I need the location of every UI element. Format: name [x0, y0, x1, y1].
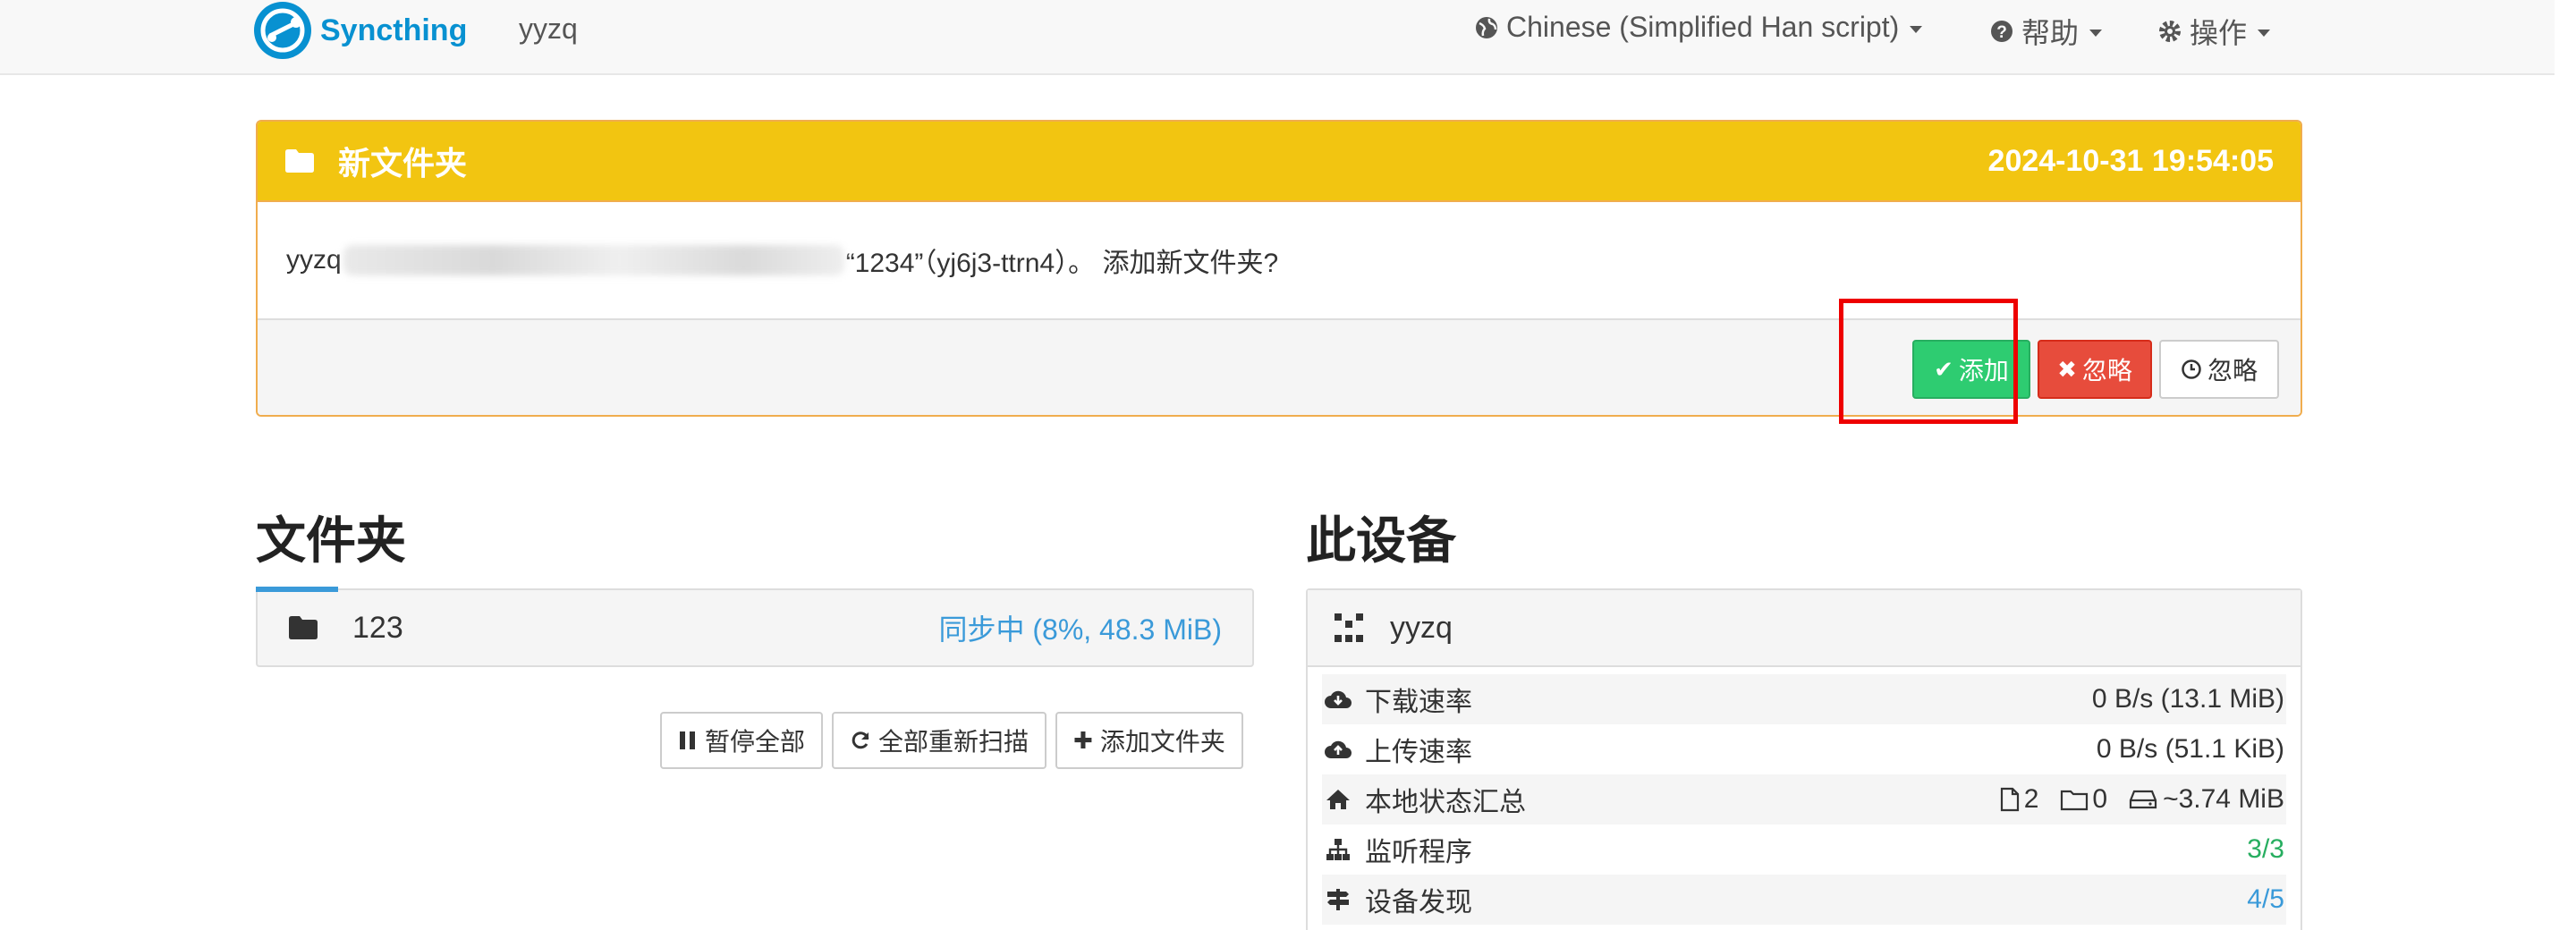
help-label: 帮助 — [2021, 17, 2080, 49]
notice-device-name: yyzq — [286, 245, 342, 275]
download-rate-row: 下载速率 0 B/s (13.1 MiB) — [1322, 674, 2286, 724]
rescan-all-label: 全部重新扫描 — [878, 728, 1030, 756]
local-state-row: 本地状态汇总 2 0 ~3.74 MiB — [1322, 774, 2286, 824]
download-rate-label: 下载速率 — [1365, 688, 1472, 717]
folders-title: 文件夹 — [256, 512, 406, 571]
rescan-all-button[interactable]: 全部重新扫描 — [832, 712, 1047, 769]
download-rate-value: 0 B/s (13.1 MiB) — [2091, 684, 2284, 714]
folder-actions: 暂停全部 全部重新扫描 ✚ 添加文件夹 — [651, 712, 1243, 769]
plus-icon: ✚ — [1073, 726, 1093, 754]
this-device-header[interactable]: yyzq — [1308, 590, 2301, 667]
local-size: ~3.74 MiB — [2163, 784, 2284, 814]
this-device-stats: 下载速率 0 B/s (13.1 MiB) 上传速率 0 B/s (51.1 K… — [1308, 667, 2301, 925]
signpost-icon — [1322, 887, 1354, 912]
listeners-label: 监听程序 — [1365, 838, 1472, 867]
globe-icon — [1474, 15, 1499, 40]
chevron-down-icon — [2258, 30, 2271, 37]
cloud-upload-icon — [1322, 737, 1354, 762]
ignore-button-label: 忽略 — [2081, 357, 2132, 385]
listeners-value[interactable]: 3/3 — [2247, 834, 2284, 865]
brand[interactable]: Syncthing — [254, 2, 467, 59]
folder-name: 123 — [352, 610, 403, 645]
cloud-download-icon — [1322, 687, 1354, 712]
actions-label: 操作 — [2190, 17, 2248, 49]
discovery-value[interactable]: 4/5 — [2247, 884, 2284, 915]
gear-icon — [2157, 19, 2182, 44]
this-device-panel: yyzq 下载速率 0 B/s (13.1 MiB) 上传速率 0 B/s (5… — [1306, 588, 2302, 930]
svg-text:?: ? — [1996, 23, 2007, 42]
actions-menu[interactable]: 操作 — [2157, 11, 2271, 52]
clock-icon — [2181, 359, 2202, 380]
notice-header: 新文件夹 2024-10-31 19:54:05 — [258, 122, 2301, 200]
upload-rate-value: 0 B/s (51.1 KiB) — [2096, 734, 2284, 764]
file-icon — [1999, 787, 2021, 812]
chevron-down-icon — [1910, 25, 1923, 33]
brand-name: Syncthing — [320, 13, 468, 47]
home-icon — [1322, 787, 1354, 812]
file-count: 2 — [2023, 784, 2039, 814]
this-device-title: 此设备 — [1306, 512, 1456, 571]
chevron-down-icon — [2089, 30, 2103, 37]
device-identicon-icon — [1331, 610, 1367, 646]
help-menu[interactable]: ? 帮助 — [1989, 11, 2103, 52]
ignore-button[interactable]: ✖ 忽略 — [2038, 340, 2152, 399]
folder-tab-indicator — [256, 587, 338, 592]
folder-status: 同步中 (8%, 48.3 MiB) — [938, 613, 1222, 646]
navbar: Syncthing yyzq Chinese (Simplified Han s… — [0, 0, 2555, 75]
ignore-later-button-label: 忽略 — [2207, 357, 2258, 385]
this-device-name: yyzq — [1390, 610, 1453, 645]
hdd-icon — [2129, 789, 2157, 810]
nav-device-name: yyzq — [519, 13, 578, 45]
highlight-box — [1839, 299, 2018, 424]
notice-message-text: “1234”（yj6j3-ttrn4）。 添加新文件夹? — [845, 249, 1279, 278]
close-icon: ✖ — [2057, 355, 2077, 383]
discovery-label: 设备发现 — [1365, 888, 1472, 917]
refresh-icon — [850, 730, 871, 751]
local-state-label: 本地状态汇总 — [1365, 788, 1526, 817]
pause-all-button[interactable]: 暂停全部 — [660, 712, 824, 769]
folder-icon — [284, 148, 315, 173]
redacted-text — [343, 245, 844, 275]
question-circle-icon: ? — [1989, 19, 2014, 44]
listeners-row: 监听程序 3/3 — [1322, 824, 2286, 875]
pause-icon — [678, 730, 698, 751]
notice-timestamp: 2024-10-31 19:54:05 — [1987, 143, 2274, 178]
upload-rate-label: 上传速率 — [1365, 738, 1472, 767]
sitemap-icon — [1322, 837, 1354, 862]
notice-title: 新文件夹 — [338, 145, 468, 182]
dir-count: 0 — [2092, 784, 2108, 814]
upload-rate-row: 上传速率 0 B/s (51.1 KiB) — [1322, 724, 2286, 774]
pause-all-label: 暂停全部 — [705, 728, 806, 756]
discovery-row: 设备发现 4/5 — [1322, 875, 2286, 925]
syncthing-logo-icon — [254, 2, 311, 59]
folder-row[interactable]: 123 同步中 (8%, 48.3 MiB) — [256, 588, 1254, 667]
add-folder-toolbar-button[interactable]: ✚ 添加文件夹 — [1055, 712, 1243, 769]
local-state-value: 2 0 ~3.74 MiB — [1999, 784, 2284, 815]
ignore-later-button[interactable]: 忽略 — [2159, 340, 2279, 399]
folder-outline-icon — [2060, 788, 2089, 811]
language-menu[interactable]: Chinese (Simplified Han script) — [1474, 11, 1923, 44]
folder-icon — [288, 615, 318, 640]
language-label: Chinese (Simplified Han script) — [1506, 11, 1900, 43]
add-folder-label: 添加文件夹 — [1099, 728, 1225, 756]
